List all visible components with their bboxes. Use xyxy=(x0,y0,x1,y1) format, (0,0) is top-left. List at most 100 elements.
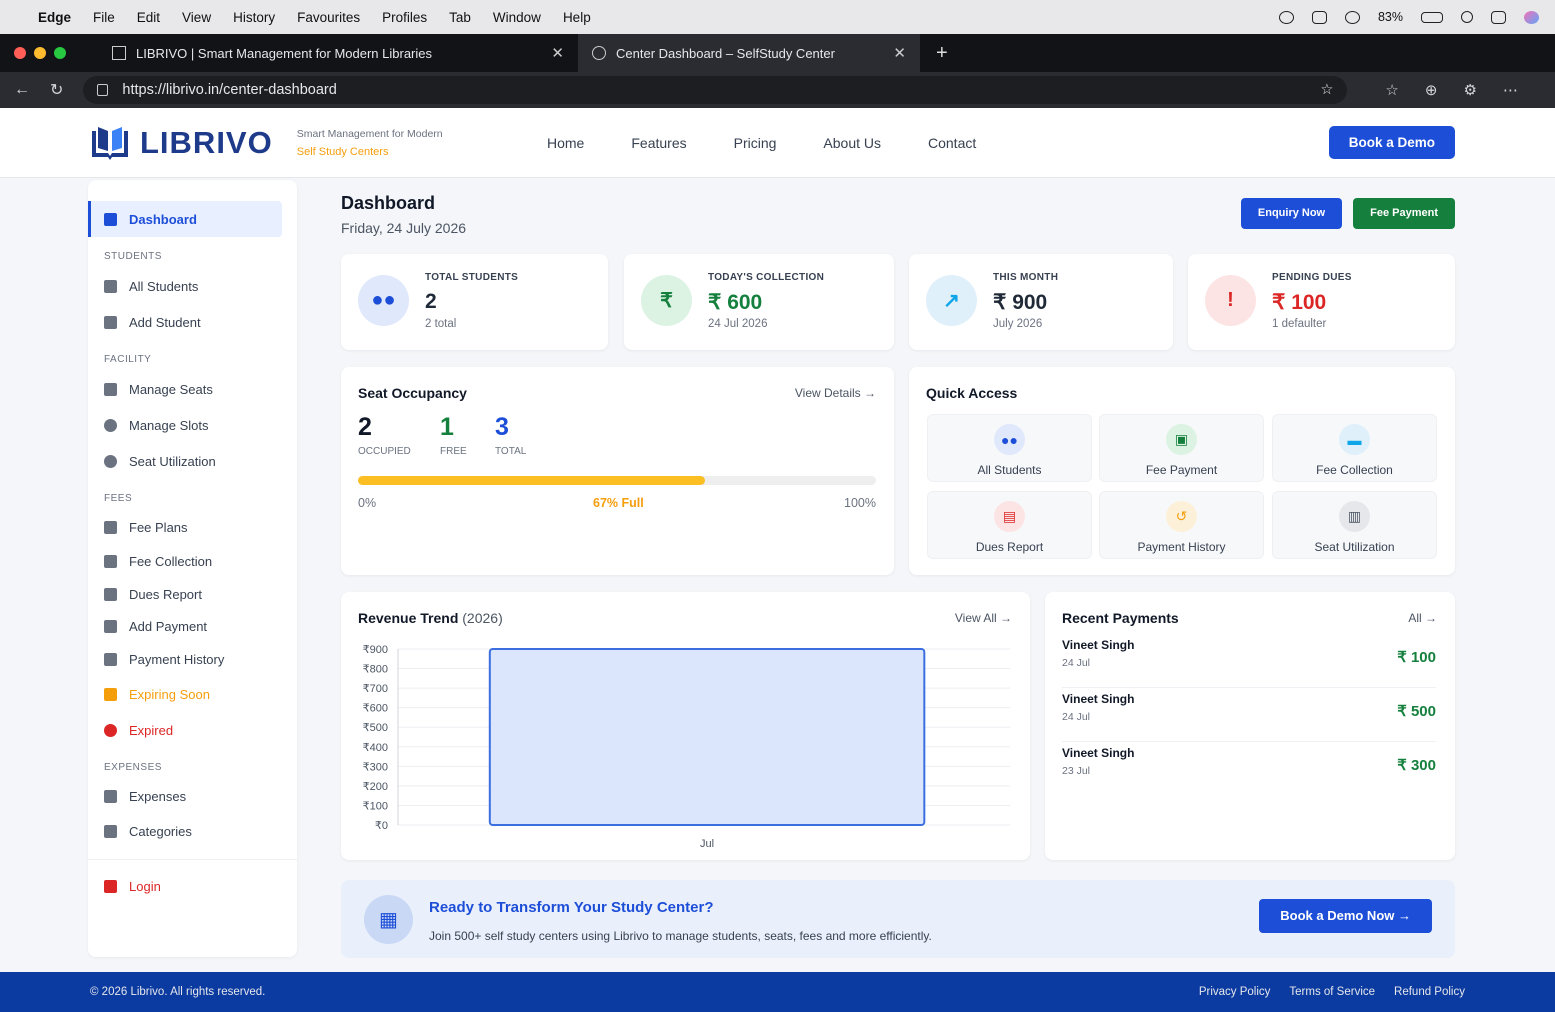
sidebar-item-label: Expiring Soon xyxy=(129,686,210,702)
menu-window[interactable]: Window xyxy=(493,10,541,25)
quick-seat-utilization[interactable]: ▥ Seat Utilization xyxy=(1272,491,1437,559)
more-icon[interactable]: ⋯ xyxy=(1503,81,1518,99)
seat-occupancy-card: Seat Occupancy View Details → 2 OCCUPIED… xyxy=(341,367,894,575)
tab-close-icon[interactable]: ✕ xyxy=(551,44,564,62)
extensions-icon[interactable]: ⚙ xyxy=(1463,81,1476,99)
menu-file[interactable]: File xyxy=(93,10,115,25)
menu-edit[interactable]: Edit xyxy=(137,10,160,25)
enquiry-now-button[interactable]: Enquiry Now xyxy=(1240,198,1343,229)
sidebar-item-manage-slots[interactable]: Manage Slots xyxy=(88,407,297,443)
all-payments-link[interactable]: All → xyxy=(1408,611,1437,625)
nav-about[interactable]: About Us xyxy=(823,135,881,151)
display-icon[interactable] xyxy=(1311,10,1327,24)
nav-contact[interactable]: Contact xyxy=(928,135,976,151)
logo[interactable]: LIBRIVO xyxy=(90,125,273,161)
menu-view[interactable]: View xyxy=(182,10,211,25)
control-center-icon[interactable] xyxy=(1491,10,1506,24)
favorites-icon[interactable]: ☆ xyxy=(1385,81,1398,99)
search-icon[interactable] xyxy=(1461,11,1473,23)
quick-all-students[interactable]: ●● All Students xyxy=(927,414,1092,482)
collections-icon[interactable]: ⊕ xyxy=(1425,81,1438,99)
view-details-link[interactable]: View Details → xyxy=(795,386,876,400)
macos-menubar: Edge File Edit View History Favourites P… xyxy=(0,0,1555,34)
address-bar[interactable]: https://librivo.in/center-dashboard ☆ xyxy=(83,76,1348,104)
tab-librivo-home[interactable]: LIBRIVO | Smart Management for Modern Li… xyxy=(98,34,578,72)
url-text[interactable]: https://librivo.in/center-dashboard xyxy=(122,82,336,98)
sidebar-item-fee-plans[interactable]: Fee Plans xyxy=(88,510,297,544)
sidebar-item-payment-history[interactable]: Payment History xyxy=(88,642,297,676)
stat-card-todays-collection[interactable]: ₹ TODAY'S COLLECTION ₹ 600 24 Jul 2026 xyxy=(624,254,894,350)
back-icon[interactable]: ← xyxy=(14,81,30,99)
revenue-bar[interactable] xyxy=(488,648,926,826)
sidebar-item-manage-seats[interactable]: Manage Seats xyxy=(88,371,297,407)
sidebar-item-all-students[interactable]: All Students xyxy=(88,268,297,304)
book-logo-icon xyxy=(92,126,128,160)
total-label: TOTAL xyxy=(495,446,527,457)
sidebar-item-fee-collection[interactable]: Fee Collection xyxy=(88,544,297,578)
menu-profiles[interactable]: Profiles xyxy=(382,10,427,25)
reload-icon[interactable]: ↻ xyxy=(50,80,63,100)
close-window-button[interactable] xyxy=(14,47,26,59)
sidebar-item-login[interactable]: Login xyxy=(88,868,297,904)
stat-value: ₹ 600 xyxy=(708,291,763,314)
nav-home[interactable]: Home xyxy=(547,135,584,151)
quick-fee-payment[interactable]: ▣ Fee Payment xyxy=(1099,414,1264,482)
sidebar-item-label: Categories xyxy=(129,823,192,839)
footer: © 2026 Librivo. All rights reserved. Pri… xyxy=(0,972,1555,1012)
menu-help[interactable]: Help xyxy=(563,10,591,25)
occupied-count: 2 xyxy=(358,413,372,441)
menu-favourites[interactable]: Favourites xyxy=(297,10,360,25)
book-demo-now-button[interactable]: Book a Demo Now → xyxy=(1259,899,1432,933)
nav-features[interactable]: Features xyxy=(631,135,686,151)
card-title: Seat Occupancy xyxy=(358,385,467,401)
menu-app[interactable]: Edge xyxy=(38,10,71,25)
quick-fee-collection[interactable]: ▬ Fee Collection xyxy=(1272,414,1437,482)
minimize-window-button[interactable] xyxy=(34,47,46,59)
zoom-window-button[interactable] xyxy=(54,47,66,59)
sidebar-item-categories[interactable]: Categories xyxy=(88,813,297,849)
favorite-star-icon[interactable]: ☆ xyxy=(1320,82,1333,98)
tab-center-dashboard[interactable]: Center Dashboard – SelfStudy Center ✕ xyxy=(578,34,920,72)
menu-history[interactable]: History xyxy=(233,10,275,25)
tagline-line1: Smart Management for Modern xyxy=(296,127,443,140)
fee-payment-button[interactable]: Fee Payment xyxy=(1353,198,1455,229)
nav-pricing[interactable]: Pricing xyxy=(734,135,777,151)
stat-card-total-students[interactable]: ●● TOTAL STUDENTS 2 2 total xyxy=(341,254,608,350)
siri-icon[interactable] xyxy=(1524,10,1539,24)
new-tab-icon[interactable]: + xyxy=(936,42,948,65)
sidebar-item-expired[interactable]: Expired xyxy=(88,712,297,748)
user-status-icon[interactable] xyxy=(1278,10,1294,24)
privacy-policy-link[interactable]: Privacy Policy xyxy=(1199,986,1271,998)
tab-close-icon[interactable]: ✕ xyxy=(893,44,906,62)
payment-row[interactable]: Vineet Singh 23 Jul ₹ 300 xyxy=(1062,742,1436,796)
book-demo-button[interactable]: Book a Demo xyxy=(1328,126,1455,159)
sidebar-section-students: STUDENTS xyxy=(104,251,162,262)
payment-row[interactable]: Vineet Singh 24 Jul ₹ 500 xyxy=(1062,688,1436,742)
quick-dues-report[interactable]: ▤ Dues Report xyxy=(927,491,1092,559)
payer-name: Vineet Singh xyxy=(1062,746,1135,760)
sidebar-item-expenses[interactable]: Expenses xyxy=(88,779,297,813)
sidebar-item-add-student[interactable]: Add Student xyxy=(88,304,297,340)
stat-value: ₹ 100 xyxy=(1272,291,1327,314)
payment-row[interactable]: Vineet Singh 24 Jul ₹ 100 xyxy=(1062,634,1436,688)
battery-icon[interactable] xyxy=(1421,11,1443,23)
sidebar-item-seat-utilization[interactable]: Seat Utilization xyxy=(88,443,297,479)
stat-card-this-month[interactable]: ↗ THIS MONTH ₹ 900 July 2026 xyxy=(909,254,1173,350)
sidebar-item-add-payment[interactable]: Add Payment xyxy=(88,610,297,642)
sidebar-item-dues-report[interactable]: Dues Report xyxy=(88,578,297,610)
revenue-trend-card: Revenue Trend (2026) View All → ₹900 ₹800… xyxy=(341,592,1030,860)
payment-date: 24 Jul xyxy=(1062,711,1091,723)
terms-link[interactable]: Terms of Service xyxy=(1289,986,1375,998)
file-icon xyxy=(104,587,117,601)
refund-policy-link[interactable]: Refund Policy xyxy=(1394,986,1465,998)
sidebar-item-expiring-soon[interactable]: Expiring Soon xyxy=(88,676,297,712)
menu-tab[interactable]: Tab xyxy=(449,10,471,25)
card-title: Recent Payments xyxy=(1062,610,1179,626)
link-icon[interactable] xyxy=(1344,10,1360,24)
stat-card-pending-dues[interactable]: ! PENDING DUES ₹ 100 1 defaulter xyxy=(1188,254,1455,350)
sidebar-item-dashboard[interactable]: Dashboard xyxy=(88,201,282,237)
chair-icon xyxy=(104,382,117,396)
sidebar-item-label: Fee Plans xyxy=(129,519,188,535)
quick-payment-history[interactable]: ↺ Payment History xyxy=(1099,491,1264,559)
money-icon: ▣ xyxy=(1166,424,1197,455)
